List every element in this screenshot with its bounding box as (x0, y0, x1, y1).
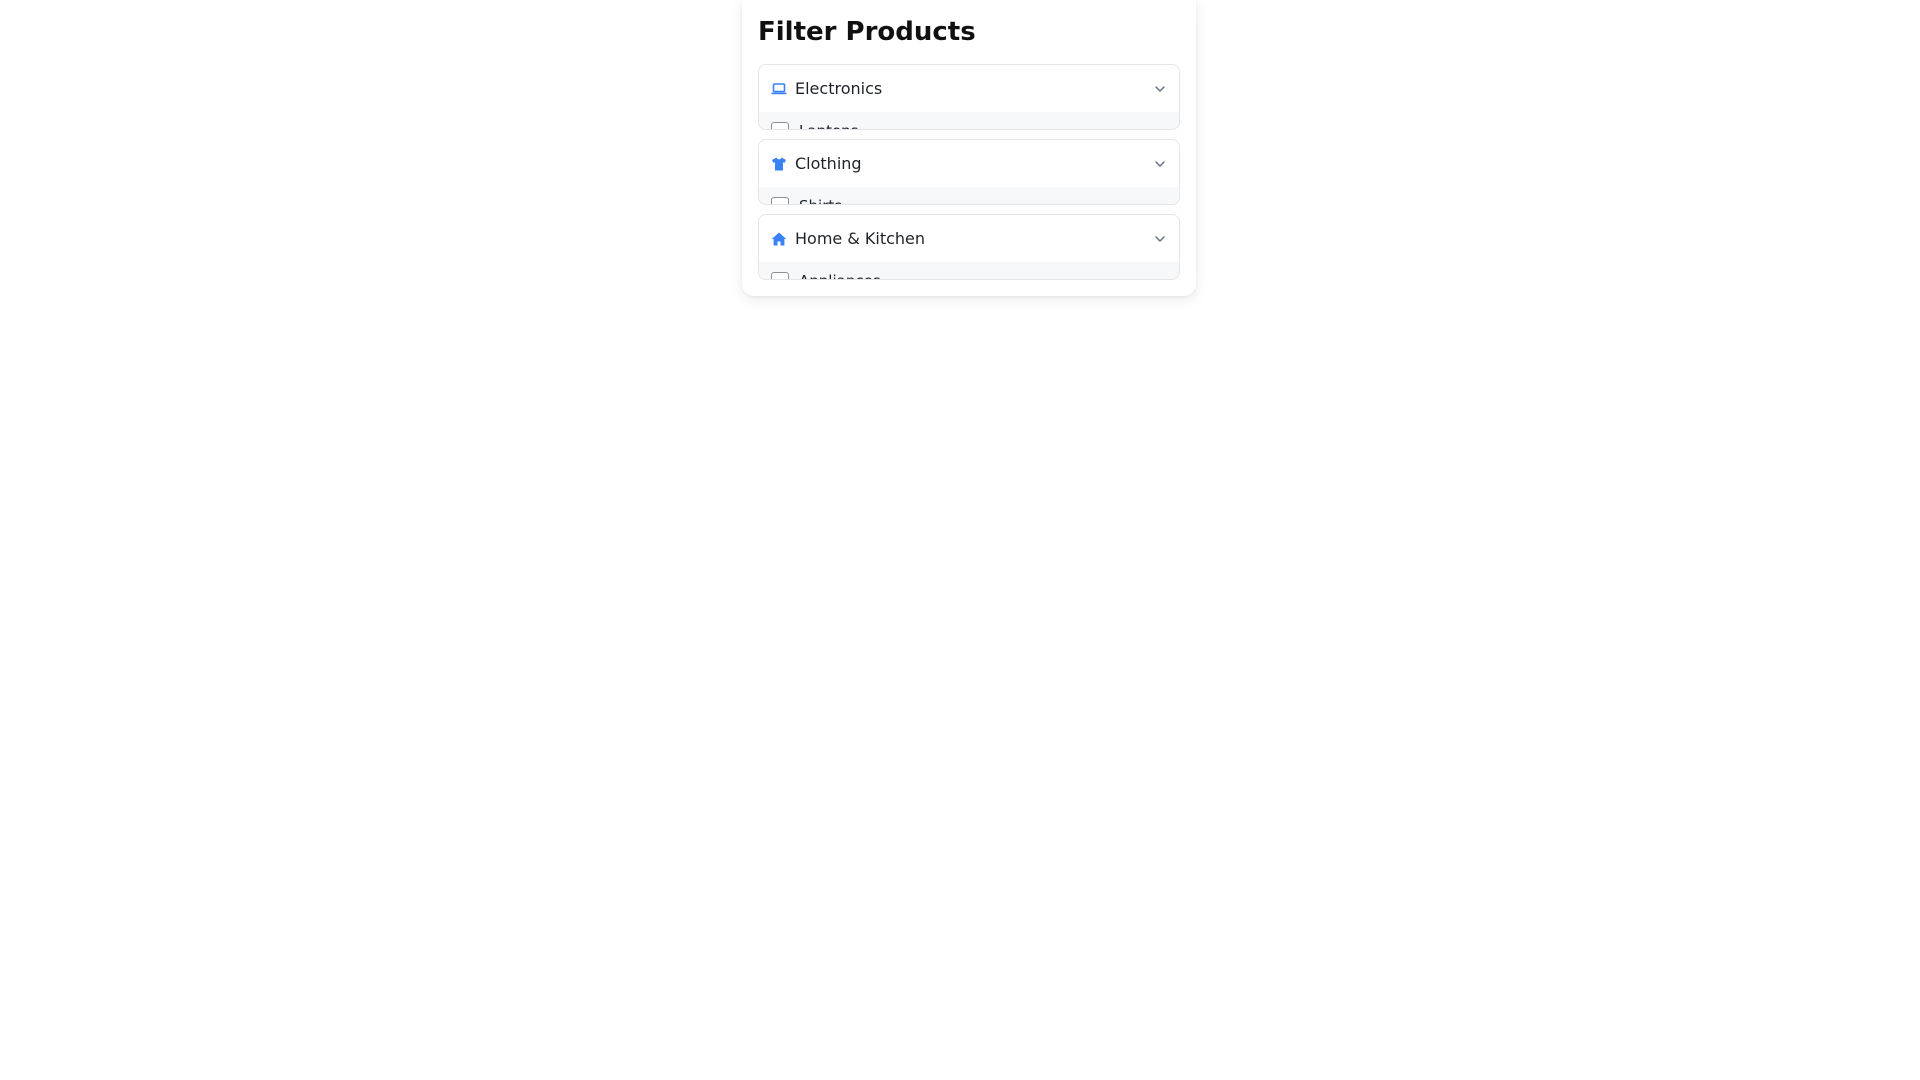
category-home-kitchen: Home & Kitchen Appliances (758, 214, 1180, 280)
home-icon (771, 231, 787, 247)
category-label: Home & Kitchen (795, 229, 926, 248)
option-label: Laptops (799, 122, 858, 129)
chevron-down-icon[interactable] (1153, 157, 1167, 171)
filter-panel: Filter Products Electronics Laptops (742, 0, 1196, 296)
category-options: Shirts (759, 187, 1179, 204)
shirt-icon (771, 156, 787, 172)
chevron-down-icon[interactable] (1153, 232, 1167, 246)
checkbox[interactable] (771, 122, 789, 129)
option-label: Shirts (799, 197, 842, 204)
category-header-electronics[interactable]: Electronics (759, 65, 1179, 112)
category-options: Appliances (759, 262, 1179, 279)
category-options: Laptops (759, 112, 1179, 129)
category-header-home-kitchen[interactable]: Home & Kitchen (759, 215, 1179, 262)
category-header-clothing[interactable]: Clothing (759, 140, 1179, 187)
category-label: Clothing (795, 154, 862, 173)
checkbox[interactable] (771, 197, 789, 204)
category-clothing: Clothing Shirts (758, 139, 1180, 205)
checkbox[interactable] (771, 272, 789, 279)
option-label: Appliances (799, 272, 881, 279)
option-shirts[interactable]: Shirts (771, 197, 842, 204)
category-electronics: Electronics Laptops (758, 64, 1180, 130)
laptop-icon (771, 81, 787, 97)
chevron-down-icon[interactable] (1153, 82, 1167, 96)
option-laptops[interactable]: Laptops (771, 122, 858, 129)
option-appliances[interactable]: Appliances (771, 272, 881, 279)
panel-title: Filter Products (758, 17, 976, 47)
category-label: Electronics (795, 79, 883, 98)
